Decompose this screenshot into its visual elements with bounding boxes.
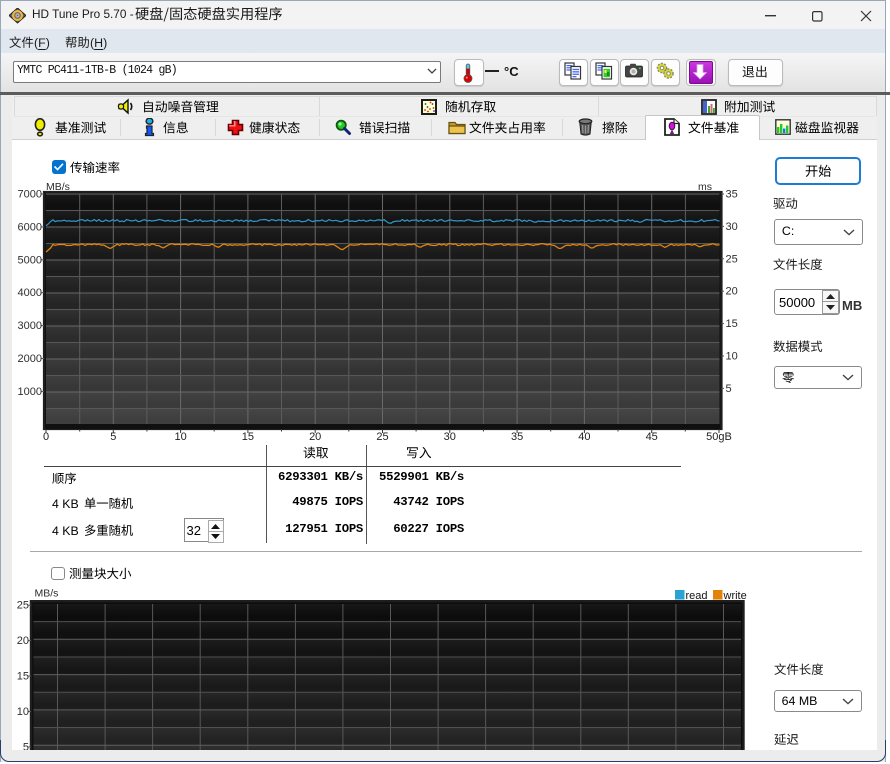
- svg-text:25: 25: [17, 600, 29, 612]
- svg-text:20: 20: [17, 635, 29, 647]
- svg-text:5: 5: [726, 383, 732, 395]
- svg-text:2000: 2000: [18, 353, 42, 365]
- svg-text:10: 10: [17, 706, 29, 718]
- svg-text:30: 30: [726, 221, 738, 233]
- svg-text:5000: 5000: [18, 254, 42, 266]
- svg-text:20: 20: [726, 286, 738, 298]
- svg-text:15: 15: [17, 671, 29, 683]
- svg-text:25: 25: [726, 253, 738, 265]
- svg-text:6000: 6000: [18, 221, 42, 233]
- svg-text:7000: 7000: [18, 189, 42, 201]
- svg-text:MB/s: MB/s: [35, 588, 59, 600]
- svg-text:15: 15: [726, 318, 738, 330]
- svg-text:35: 35: [726, 189, 738, 201]
- svg-text:3000: 3000: [18, 320, 42, 332]
- svg-text:10: 10: [726, 351, 738, 363]
- svg-text:4000: 4000: [18, 287, 42, 299]
- svg-text:1000: 1000: [18, 386, 42, 398]
